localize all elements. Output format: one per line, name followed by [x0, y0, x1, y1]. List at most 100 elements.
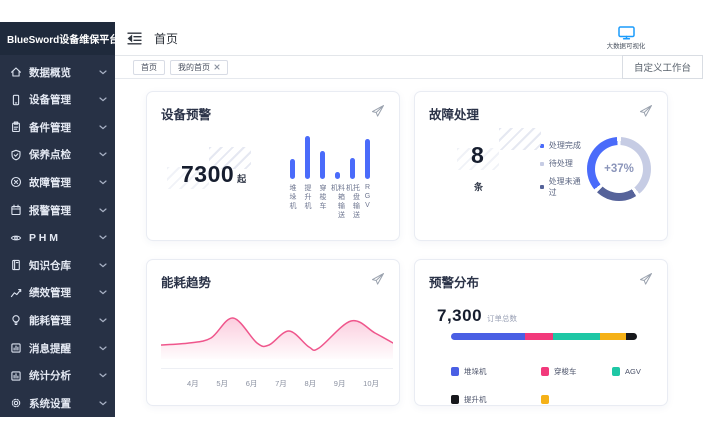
sidebar-item-label: 消息提醒 — [29, 341, 92, 356]
dist-bar-segment — [525, 333, 553, 340]
knowledge-book-icon — [10, 259, 22, 271]
chevron-down-icon — [99, 180, 107, 185]
sidebar-fold-icon[interactable] — [127, 32, 142, 45]
breadcrumb[interactable]: 首页 — [154, 30, 178, 47]
warning-bar[interactable] — [305, 136, 310, 179]
warning-bar[interactable] — [320, 151, 325, 179]
month-label: 10月 — [363, 378, 379, 389]
tab-my-home[interactable]: 我的首页 — [170, 60, 228, 75]
energy-bulb-icon — [10, 314, 22, 326]
dist-legend-item[interactable]: AGV — [612, 366, 668, 377]
card-title: 能耗趋势 — [161, 272, 385, 291]
home-icon — [10, 66, 22, 78]
sidebar-item-label: 备件管理 — [29, 120, 92, 135]
dashboard-grid: 设备预警 7300起 — [115, 79, 703, 417]
legend-item[interactable]: 处理未通过 — [540, 176, 587, 198]
sidebar-item-alarm-management[interactable]: 报警管理 — [0, 196, 115, 224]
warning-bar[interactable] — [350, 158, 355, 179]
dist-legend-item[interactable]: 堆垛机 — [451, 366, 541, 377]
bar-category-label: 托盘输送机 — [346, 184, 360, 226]
big-data-viz-link[interactable]: 大数据可视化 — [605, 26, 647, 51]
sidebar-item-label: P H M — [29, 232, 92, 244]
send-icon[interactable] — [370, 103, 386, 119]
customize-workbench-button[interactable]: 自定义工作台 — [622, 55, 703, 79]
statistics-chart-icon — [10, 370, 22, 382]
sidebar-item-label: 设备管理 — [29, 92, 92, 107]
card-title: 故障处理 — [429, 104, 653, 123]
warning-bar[interactable] — [335, 172, 340, 179]
sidebar-item-energy[interactable]: 能耗管理 — [0, 307, 115, 335]
chevron-down-icon — [99, 97, 107, 102]
legend-item[interactable]: 待处理 — [540, 158, 587, 169]
dist-legend-item[interactable]: 提升机 — [451, 394, 541, 405]
month-label: 6月 — [246, 378, 258, 389]
sidebar-item-label: 故障管理 — [29, 175, 92, 190]
sidebar: BlueSword设备维保平台 数据概览 设备管理 备件管理 保养点检 — [0, 22, 115, 417]
performance-trend-icon — [10, 287, 22, 299]
dist-bar-segment — [626, 333, 637, 340]
sidebar-item-message-reminder[interactable]: 消息提醒 — [0, 334, 115, 362]
card-energy-trend: 能耗趋势 4月 5月 — [146, 259, 400, 406]
sidebar-item-statistics[interactable]: 统计分析 — [0, 362, 115, 390]
fault-donut-chart[interactable]: +37% — [587, 137, 651, 201]
sidebar-item-performance[interactable]: 绩效管理 — [0, 279, 115, 307]
bar-category-label: 料箱输送机 — [331, 184, 345, 226]
month-label: 5月 — [216, 378, 228, 389]
sidebar-item-device-management[interactable]: 设备管理 — [0, 86, 115, 114]
order-total: 7,300 订单总数 — [437, 306, 653, 326]
tab-label: 首页 — [141, 62, 157, 73]
sidebar-item-knowledge-base[interactable]: 知识仓库 — [0, 251, 115, 279]
sidebar-item-phm[interactable]: P H M — [0, 224, 115, 252]
sidebar-item-spare-parts[interactable]: 备件管理 — [0, 113, 115, 141]
fault-legend-dot — [540, 185, 544, 189]
app-logo: BlueSword设备维保平台 — [0, 22, 115, 55]
send-icon[interactable] — [638, 103, 654, 119]
device-warning-bar-chart: 堆垛机 提升机 穿梭车 料箱输送机 托盘输送机 RGV — [285, 135, 375, 226]
shield-check-icon — [10, 149, 22, 161]
chevron-down-icon — [99, 235, 107, 240]
chevron-down-icon — [99, 208, 107, 213]
tab-home[interactable]: 首页 — [133, 60, 165, 75]
legend-swatch — [451, 367, 459, 376]
warning-bar[interactable] — [290, 159, 295, 179]
energy-trend-line-chart[interactable] — [161, 305, 393, 365]
sidebar-item-label: 系统设置 — [29, 396, 92, 411]
sidebar-item-label: 数据概览 — [29, 65, 92, 80]
donut-center-value: +37% — [595, 145, 643, 193]
sidebar-item-label: 绩效管理 — [29, 285, 92, 300]
send-icon[interactable] — [638, 271, 654, 287]
chevron-down-icon — [99, 346, 107, 351]
chevron-down-icon — [99, 70, 107, 75]
dist-legend-item[interactable] — [541, 394, 612, 405]
warning-bar[interactable] — [365, 139, 370, 179]
tab-label: 我的首页 — [178, 62, 210, 73]
fault-count: 8条 — [471, 142, 496, 196]
legend-swatch — [451, 395, 459, 404]
count-unit: 起 — [237, 174, 247, 184]
monitor-icon — [618, 26, 635, 40]
settings-gear-icon — [10, 397, 22, 409]
fault-circle-icon — [10, 176, 22, 188]
tab-close-icon[interactable] — [214, 64, 220, 70]
chevron-down-icon — [99, 263, 107, 268]
warning-count: 7300起 — [181, 161, 247, 226]
main-area: 首页 大数据可视化 首页 我的首页 自定义工作台 设备预警 — [115, 22, 703, 417]
month-label: 8月 — [304, 378, 316, 389]
distribution-stacked-bar[interactable] — [451, 333, 637, 340]
sidebar-item-data-overview[interactable]: 数据概览 — [0, 58, 115, 86]
legend-swatch — [541, 367, 549, 376]
month-label: 9月 — [334, 378, 346, 389]
dist-legend-item[interactable]: 穿梭车 — [541, 366, 612, 377]
card-title: 预警分布 — [429, 272, 653, 291]
legend-item[interactable]: 处理完成 — [540, 140, 587, 151]
alarm-calendar-icon — [10, 204, 22, 216]
send-icon[interactable] — [370, 271, 386, 287]
axis-line — [161, 368, 393, 369]
device-icon — [10, 94, 22, 106]
dist-bar-segment — [600, 333, 626, 340]
sidebar-item-fault-management[interactable]: 故障管理 — [0, 169, 115, 197]
sidebar-item-maintenance-check[interactable]: 保养点检 — [0, 141, 115, 169]
sidebar-item-label: 保养点检 — [29, 147, 92, 162]
sidebar-item-system-settings[interactable]: 系统设置 — [0, 389, 115, 417]
bar-category-label: 堆垛机 — [289, 184, 296, 226]
